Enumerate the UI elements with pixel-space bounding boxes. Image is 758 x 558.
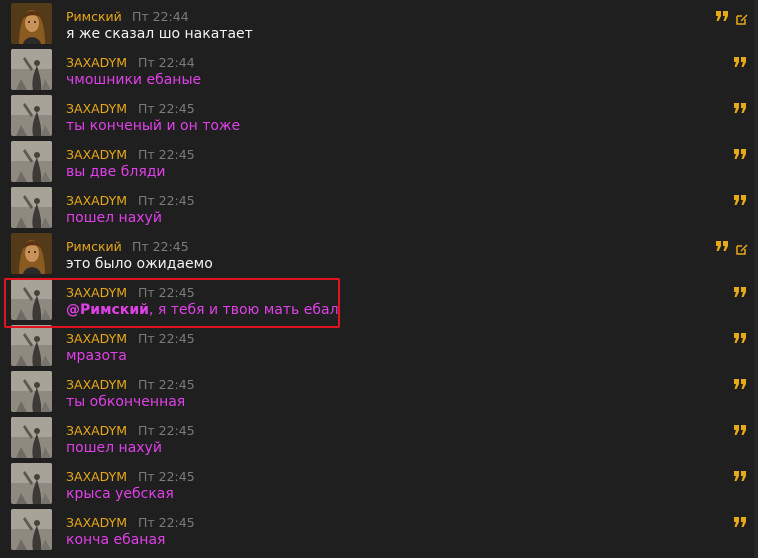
- chat-message: Римский Пт 22:44 я же сказал шо накатает: [0, 0, 758, 46]
- author-name[interactable]: ЗАХАDYМ: [66, 193, 127, 208]
- author-name[interactable]: ЗАХАDYМ: [66, 469, 127, 484]
- message-text: это было ожидаемо: [66, 256, 213, 272]
- avatar[interactable]: [11, 509, 52, 550]
- avatar[interactable]: [11, 417, 52, 458]
- quote-icon[interactable]: [734, 424, 746, 436]
- quote-icon[interactable]: [734, 378, 746, 390]
- author-name[interactable]: ЗАХАDYМ: [66, 55, 127, 70]
- chat-message: ЗАХАDYМ Пт 22:45 пошел нахуй: [0, 414, 758, 460]
- message-text: пошел нахуй: [66, 210, 162, 226]
- author-name[interactable]: ЗАХАDYМ: [66, 377, 127, 392]
- author-name[interactable]: Римский: [66, 239, 122, 254]
- chat-message: ЗАХАDYМ Пт 22:44 чмошники ебаные: [0, 46, 758, 92]
- avatar[interactable]: [11, 463, 52, 504]
- message-timestamp: Пт 22:44: [132, 9, 189, 24]
- chat-message: ЗАХАDYМ Пт 22:45 ты обконченная: [0, 368, 758, 414]
- author-name[interactable]: ЗАХАDYМ: [66, 101, 127, 116]
- author-name[interactable]: ЗАХАDYМ: [66, 515, 127, 530]
- message-timestamp: Пт 22:45: [138, 147, 195, 162]
- message-timestamp: Пт 22:45: [138, 377, 195, 392]
- message-timestamp: Пт 22:45: [138, 469, 195, 484]
- edit-icon[interactable]: [736, 240, 748, 255]
- message-text: мразота: [66, 348, 127, 364]
- quote-icon[interactable]: [734, 470, 746, 482]
- message-text: пошел нахуй: [66, 440, 162, 456]
- message-text: крыса уебская: [66, 486, 174, 502]
- quote-icon[interactable]: [734, 56, 746, 68]
- message-text: вы две бляди: [66, 164, 166, 180]
- user-mention[interactable]: @Римский: [66, 302, 149, 318]
- chat-message: Римский Пт 22:45 это было ожидаемо: [0, 230, 758, 276]
- author-name[interactable]: Римский: [66, 9, 122, 24]
- message-timestamp: Пт 22:45: [138, 515, 195, 530]
- avatar[interactable]: [11, 325, 52, 366]
- message-text: чмошники ебаные: [66, 72, 202, 88]
- message-timestamp: Пт 22:45: [138, 193, 195, 208]
- chat-message: ЗАХАDYМ Пт 22:45 конча ебаная: [0, 506, 758, 552]
- quote-icon[interactable]: [734, 194, 746, 206]
- message-text: ты конченый и он тоже: [66, 118, 241, 134]
- message-timestamp: Пт 22:44: [138, 55, 195, 70]
- avatar[interactable]: [11, 187, 52, 228]
- message-text: ты обконченная: [66, 394, 186, 410]
- chat-message: ЗАХАDYМ Пт 22:45 крыса уебская: [0, 460, 758, 506]
- author-name[interactable]: ЗАХАDYМ: [66, 331, 127, 346]
- avatar[interactable]: [11, 49, 52, 90]
- avatar[interactable]: [11, 279, 52, 320]
- edit-icon[interactable]: [736, 10, 748, 25]
- chat-message-list: Римский Пт 22:44 я же сказал шо накатает ЗА…: [0, 0, 758, 558]
- avatar[interactable]: [11, 141, 52, 182]
- message-text: @Римский, я тебя и твою мать ебал: [66, 302, 339, 318]
- chat-message: ЗАХАDYМ Пт 22:45 @Римский, я тебя и твою м…: [0, 276, 758, 322]
- message-timestamp: Пт 22:45: [138, 285, 195, 300]
- quote-icon[interactable]: [734, 516, 746, 528]
- message-timestamp: Пт 22:45: [138, 101, 195, 116]
- chat-message: ЗАХАDYМ Пт 22:45 ты конченый и он тоже: [0, 92, 758, 138]
- avatar[interactable]: [11, 3, 52, 44]
- quote-icon[interactable]: [734, 102, 746, 114]
- message-body: , я тебя и твою мать ебал: [148, 302, 339, 318]
- quote-icon[interactable]: [734, 332, 746, 344]
- quote-icon[interactable]: [716, 240, 728, 252]
- chat-message: ЗАХАDYМ Пт 22:45 пошел нахуй: [0, 184, 758, 230]
- author-name[interactable]: ЗАХАDYМ: [66, 285, 127, 300]
- message-text: конча ебаная: [66, 532, 166, 548]
- author-name[interactable]: ЗАХАDYМ: [66, 423, 127, 438]
- author-name[interactable]: ЗАХАDYМ: [66, 147, 127, 162]
- message-timestamp: Пт 22:45: [132, 239, 189, 254]
- chat-message: ЗАХАDYМ Пт 22:45 мразота: [0, 322, 758, 368]
- avatar[interactable]: [11, 371, 52, 412]
- scrollbar[interactable]: [754, 0, 758, 558]
- quote-icon[interactable]: [716, 10, 728, 22]
- avatar[interactable]: [11, 95, 52, 136]
- message-text: я же сказал шо накатает: [66, 26, 253, 42]
- avatar[interactable]: [11, 233, 52, 274]
- chat-message: ЗАХАDYМ Пт 22:45 вы две бляди: [0, 138, 758, 184]
- message-timestamp: Пт 22:45: [138, 331, 195, 346]
- message-timestamp: Пт 22:45: [138, 423, 195, 438]
- quote-icon[interactable]: [734, 286, 746, 298]
- quote-icon[interactable]: [734, 148, 746, 160]
